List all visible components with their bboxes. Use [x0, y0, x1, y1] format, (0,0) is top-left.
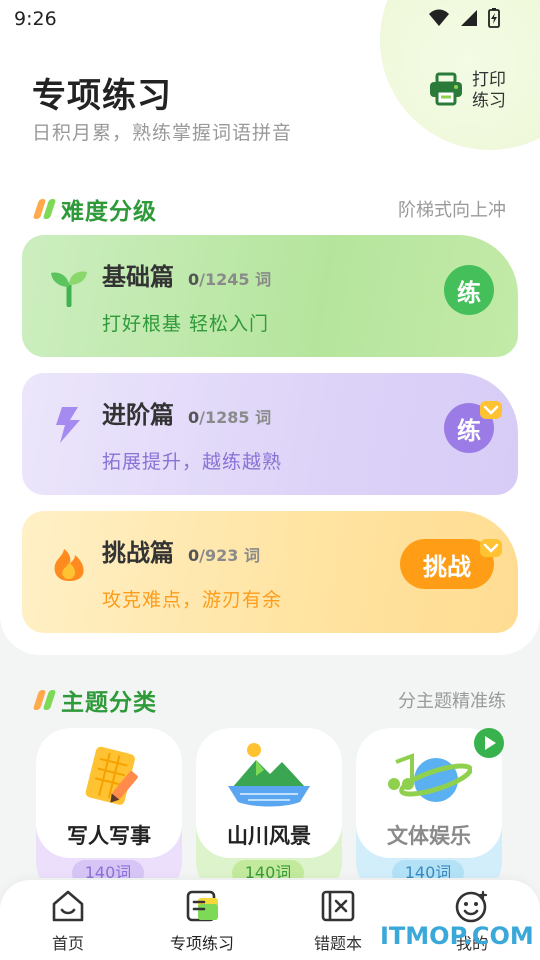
tab-label: 首页: [51, 934, 84, 953]
level-description: 攻克难点，游刃有余: [102, 589, 283, 611]
status-bar: 9:26: [0, 0, 540, 40]
signal-icon: [460, 9, 478, 31]
topic-card-body: 山川风景: [196, 728, 342, 858]
tab-practice[interactable]: 专项练习: [142, 888, 262, 954]
topic-card-scenery[interactable]: 山川风景 140词: [196, 728, 342, 878]
level-description: 拓展提升，越练越熟: [102, 451, 283, 473]
difficulty-section-header: 难度分级 阶梯式向上冲: [32, 192, 506, 226]
vip-crown-icon: [480, 539, 502, 557]
flame-icon: [48, 541, 90, 583]
status-icons: [428, 8, 500, 32]
topic-card-people[interactable]: 写人写事 140词: [36, 728, 182, 878]
level-description: 打好根基 轻松入门: [102, 313, 270, 335]
level-card-advanced[interactable]: 进阶篇 0/1285 词 拓展提升，越练越熟 练: [22, 373, 518, 495]
topic-list: 写人写事 140词 山川风景 140词 文体娱乐 140词: [36, 728, 506, 878]
level-name: 挑战篇: [102, 539, 174, 567]
notebook-pencil-icon: [78, 744, 144, 814]
difficulty-subtitle: 阶梯式向上冲: [398, 200, 506, 221]
wifi-icon: [428, 9, 450, 31]
status-time: 9:26: [14, 8, 57, 30]
tab-label: 专项练习: [169, 934, 234, 953]
profile-icon: [454, 888, 490, 924]
tab-home[interactable]: 首页: [8, 888, 128, 954]
vip-crown-icon: [480, 401, 502, 419]
level-card-basic[interactable]: 基础篇 0/1245 词 打好根基 轻松入门 练: [22, 235, 518, 357]
section-bars-icon: [32, 199, 57, 219]
topic-name: 文体娱乐: [387, 824, 471, 848]
battery-icon: [488, 8, 500, 32]
level-name: 进阶篇: [102, 401, 174, 429]
level-word-count: 0/1245 词: [188, 270, 272, 289]
level-word-count: 0/1285 词: [188, 408, 272, 427]
page-title: 专项练习: [32, 76, 172, 116]
section-bars-icon: [32, 690, 57, 710]
topic-subtitle: 分主题精准练: [398, 691, 506, 712]
topic-card-body: 写人写事: [36, 728, 182, 858]
practice-basic-button[interactable]: 练: [444, 265, 494, 315]
watermark: ITMOP.COM: [380, 922, 534, 950]
topic-name: 山川风景: [227, 824, 311, 848]
difficulty-title: 难度分级: [61, 199, 157, 225]
top-panel: 专项练习 日积月累，熟练掌握词语拼音 打印 练习 难度分级 阶梯式向上冲 基础篇…: [0, 0, 540, 655]
mountain-landscape-icon: [226, 740, 312, 816]
print-label: 打印 练习: [472, 70, 506, 111]
topic-title: 主题分类: [61, 690, 157, 716]
topic-section-header: 主题分类 分主题精准练: [32, 683, 506, 717]
topic-word-count: 140词: [392, 860, 464, 878]
sprout-icon: [48, 265, 90, 308]
practice-icon: [184, 888, 220, 924]
mistake-book-icon: [320, 888, 356, 924]
level-word-count: 0/923 词: [188, 546, 260, 565]
level-name: 基础篇: [102, 263, 174, 291]
topic-word-count: 140词: [232, 860, 304, 878]
level-card-challenge[interactable]: 挑战篇 0/923 词 攻克难点，游刃有余 挑战: [22, 511, 518, 633]
music-planet-icon: [386, 742, 473, 816]
printer-icon: [428, 72, 464, 110]
lightning-icon: [48, 403, 90, 445]
topic-word-count: 140词: [72, 860, 144, 878]
topic-name: 写人写事: [67, 824, 151, 848]
home-icon: [50, 888, 86, 924]
print-practice-button[interactable]: 打印 练习: [428, 70, 512, 112]
page-subtitle: 日积月累，熟练掌握词语拼音: [32, 122, 293, 144]
play-icon[interactable]: [474, 728, 504, 762]
